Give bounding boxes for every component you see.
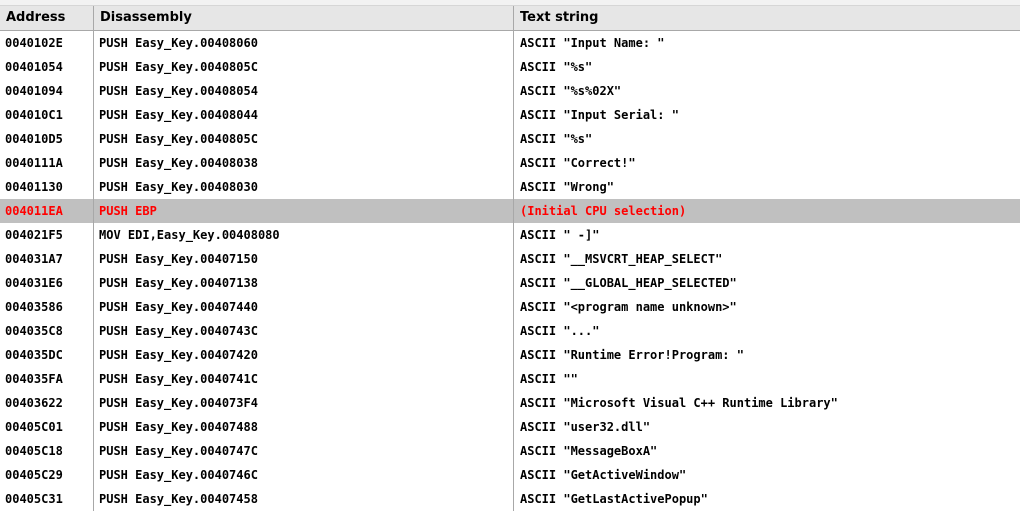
text-string-cell: ASCII "%s" xyxy=(520,132,593,146)
address-cell: 00401130 xyxy=(0,175,94,199)
column-header-disassembly[interactable]: Disassembly xyxy=(94,6,514,30)
table-row[interactable]: 00403586 PUSH Easy_Key.00407440 ASCII "<pr… xyxy=(0,295,1020,319)
text-string-cell: ASCII "..." xyxy=(520,324,600,338)
address-cell: 00401054 xyxy=(0,55,94,79)
column-header-text-string[interactable]: Text string xyxy=(514,6,1020,30)
text-string-cell: ASCII "" xyxy=(520,372,578,386)
column-header-row: Address Disassembly Text string xyxy=(0,6,1020,31)
address-cell: 0040111A xyxy=(0,151,94,175)
disassembly-cell: PUSH Easy_Key.00408038 xyxy=(94,151,514,175)
table-row[interactable]: 004035C8 PUSH Easy_Key.0040743C ASCII "...… xyxy=(0,319,1020,343)
text-string-cell: (Initial CPU selection) xyxy=(520,204,687,218)
text-string-cell: ASCII "<program name unknown>" xyxy=(520,300,737,314)
disassembly-cell: PUSH Easy_Key.00407488 xyxy=(94,415,514,439)
address-cell: 00405C18 xyxy=(0,439,94,463)
disassembly-cell: PUSH Easy_Key.0040805C xyxy=(94,127,514,151)
address-cell: 00405C31 xyxy=(0,487,94,511)
address-cell: 00405C01 xyxy=(0,415,94,439)
table-row[interactable]: 00405C18 PUSH Easy_Key.0040747C ASCII "Mes… xyxy=(0,439,1020,463)
disassembly-cell: PUSH EBP xyxy=(94,199,514,223)
text-string-cell: ASCII "%s%02X" xyxy=(520,84,622,98)
disassembly-cell: PUSH Easy_Key.00408030 xyxy=(94,175,514,199)
disassembly-cell: PUSH Easy_Key.00407420 xyxy=(94,343,514,367)
disassembly-cell: PUSH Easy_Key.00408060 xyxy=(94,31,514,55)
address-cell: 0040102E xyxy=(0,31,94,55)
text-string-cell: ASCII "GetLastActivePopup" xyxy=(520,492,708,506)
text-string-cell: ASCII "Runtime Error!Program: " xyxy=(520,348,744,362)
table-row[interactable]: 00405C31 PUSH Easy_Key.00407458 ASCII "Get… xyxy=(0,487,1020,511)
table-row[interactable]: 004010C1 PUSH Easy_Key.00408044 ASCII "Inp… xyxy=(0,103,1020,127)
disassembly-cell: PUSH Easy_Key.00408044 xyxy=(94,103,514,127)
text-string-cell: ASCII " -]" xyxy=(520,228,600,242)
text-string-cell: ASCII "__GLOBAL_HEAP_SELECTED" xyxy=(520,276,737,290)
table-row[interactable]: 00401130 PUSH Easy_Key.00408030 ASCII "Wro… xyxy=(0,175,1020,199)
text-string-cell: ASCII "Input Serial: " xyxy=(520,108,679,122)
table-row[interactable]: 00401054 PUSH Easy_Key.0040805C ASCII "%s" xyxy=(0,55,1020,79)
address-cell: 00403622 xyxy=(0,391,94,415)
disassembly-cell: PUSH Easy_Key.00407138 xyxy=(94,271,514,295)
table-row-selected[interactable]: 004011EA PUSH EBP (Initial CPU selection) xyxy=(0,199,1020,223)
text-string-cell: ASCII "Correct!" xyxy=(520,156,636,170)
text-string-cell: ASCII "__MSVCRT_HEAP_SELECT" xyxy=(520,252,723,266)
table-row[interactable]: 00405C01 PUSH Easy_Key.00407488 ASCII "use… xyxy=(0,415,1020,439)
address-cell: 004035FA xyxy=(0,367,94,391)
text-string-cell: ASCII "%s" xyxy=(520,60,593,74)
address-cell: 004035DC xyxy=(0,343,94,367)
text-string-cell: ASCII "Wrong" xyxy=(520,180,614,194)
table-row[interactable]: 004021F5 MOV EDI,Easy_Key.00408080 ASCII "… xyxy=(0,223,1020,247)
table-row[interactable]: 004010D5 PUSH Easy_Key.0040805C ASCII "%s" xyxy=(0,127,1020,151)
disassembly-cell: PUSH Easy_Key.0040746C xyxy=(94,463,514,487)
disassembly-cell: PUSH Easy_Key.0040743C xyxy=(94,319,514,343)
disassembly-cell: PUSH Easy_Key.0040805C xyxy=(94,55,514,79)
address-cell: 004011EA xyxy=(0,199,94,223)
disassembly-cell: PUSH Easy_Key.004073F4 xyxy=(94,391,514,415)
table-row[interactable]: 0040111A PUSH Easy_Key.00408038 ASCII "Cor… xyxy=(0,151,1020,175)
table-row[interactable]: 004031E6 PUSH Easy_Key.00407138 ASCII "__G… xyxy=(0,271,1020,295)
text-string-cell: ASCII "Microsoft Visual C++ Runtime Libr… xyxy=(520,396,838,410)
table-row[interactable]: 0040102E PUSH Easy_Key.00408060 ASCII "Inp… xyxy=(0,31,1020,55)
address-cell: 00401094 xyxy=(0,79,94,103)
text-string-cell: ASCII "user32.dll" xyxy=(520,420,651,434)
text-string-cell: ASCII "GetActiveWindow" xyxy=(520,468,687,482)
address-cell: 00403586 xyxy=(0,295,94,319)
disassembly-cell: PUSH Easy_Key.0040747C xyxy=(94,439,514,463)
column-header-address[interactable]: Address xyxy=(0,6,94,30)
address-cell: 00405C29 xyxy=(0,463,94,487)
address-cell: 004031E6 xyxy=(0,271,94,295)
address-cell: 004035C8 xyxy=(0,319,94,343)
address-cell: 004010C1 xyxy=(0,103,94,127)
address-cell: 004010D5 xyxy=(0,127,94,151)
address-cell: 004031A7 xyxy=(0,247,94,271)
text-string-cell: ASCII "Input Name: " xyxy=(520,36,665,50)
address-cell: 004021F5 xyxy=(0,223,94,247)
text-strings-window: Address Disassembly Text string 0040102E… xyxy=(0,0,1020,511)
disassembly-cell: PUSH Easy_Key.00407440 xyxy=(94,295,514,319)
table-row[interactable]: 00401094 PUSH Easy_Key.00408054 ASCII "%s%… xyxy=(0,79,1020,103)
table-row[interactable]: 004031A7 PUSH Easy_Key.00407150 ASCII "__M… xyxy=(0,247,1020,271)
table-row[interactable]: 004035FA PUSH Easy_Key.0040741C ASCII "" xyxy=(0,367,1020,391)
table-row[interactable]: 00405C29 PUSH Easy_Key.0040746C ASCII "Get… xyxy=(0,463,1020,487)
text-string-cell: ASCII "MessageBoxA" xyxy=(520,444,658,458)
disassembly-cell: PUSH Easy_Key.00407150 xyxy=(94,247,514,271)
table-row[interactable]: 00403622 PUSH Easy_Key.004073F4 ASCII "Mic… xyxy=(0,391,1020,415)
disassembly-cell: PUSH Easy_Key.00408054 xyxy=(94,79,514,103)
disassembly-cell: PUSH Easy_Key.00407458 xyxy=(94,487,514,511)
table-row[interactable]: 004035DC PUSH Easy_Key.00407420 ASCII "Run… xyxy=(0,343,1020,367)
disassembly-cell: PUSH Easy_Key.0040741C xyxy=(94,367,514,391)
string-reference-list: 0040102E PUSH Easy_Key.00408060 ASCII "Inp… xyxy=(0,31,1020,511)
disassembly-cell: MOV EDI,Easy_Key.00408080 xyxy=(94,223,514,247)
